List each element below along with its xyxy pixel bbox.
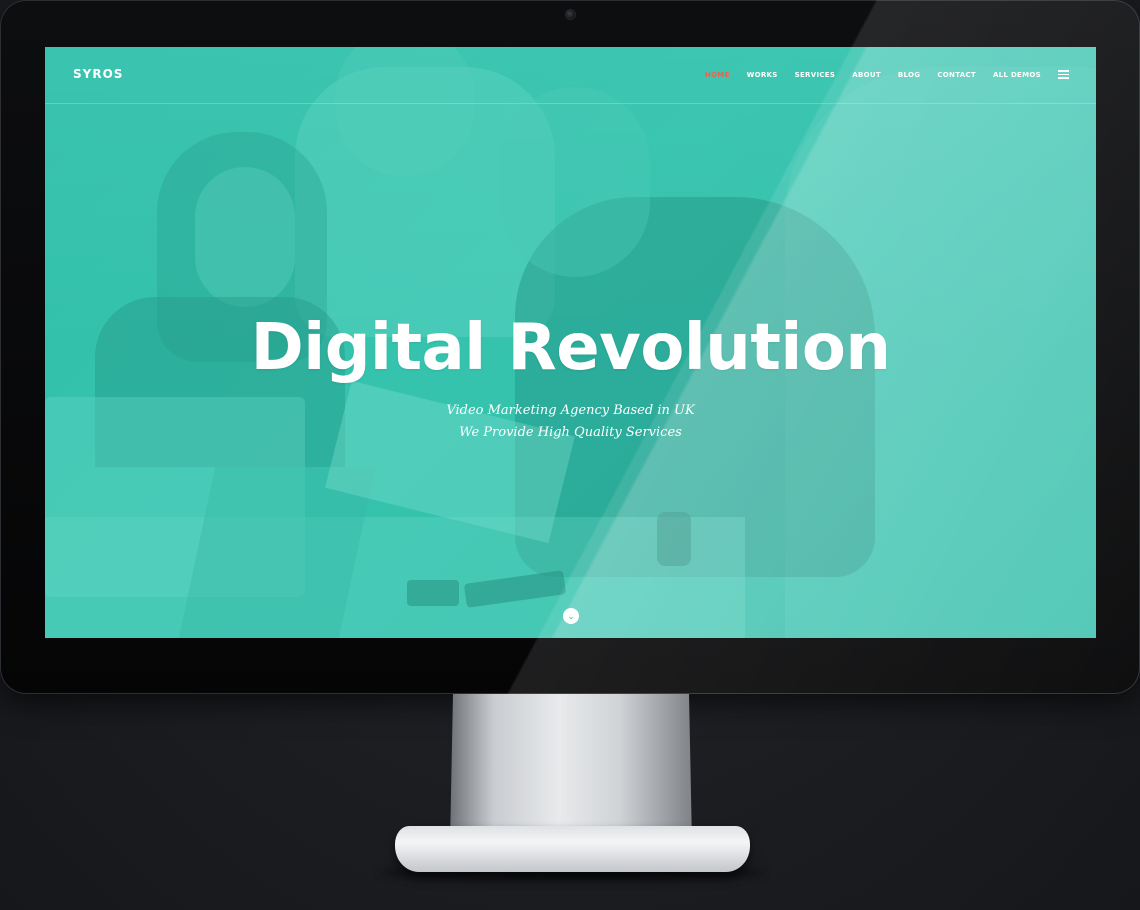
chevron-down-icon: ⌄ — [567, 611, 575, 621]
hero-subtitle-line-1: Video Marketing Agency Based in UK — [446, 403, 695, 418]
webcam-icon — [566, 10, 575, 19]
monitor-stand-base — [395, 826, 750, 872]
website-screen: SYROS HOME WORKS SERVICES ABOUT BLOG CON… — [45, 47, 1096, 638]
scroll-down-button[interactable]: ⌄ — [563, 608, 579, 624]
monitor-stand-neck — [450, 694, 692, 844]
hero-title: Digital Revolution — [250, 311, 891, 385]
hero-section: Digital Revolution Video Marketing Agenc… — [45, 47, 1096, 638]
monitor-bezel: SYROS HOME WORKS SERVICES ABOUT BLOG CON… — [0, 0, 1140, 694]
hero-subtitle-line-2: We Provide High Quality Services — [459, 425, 682, 440]
